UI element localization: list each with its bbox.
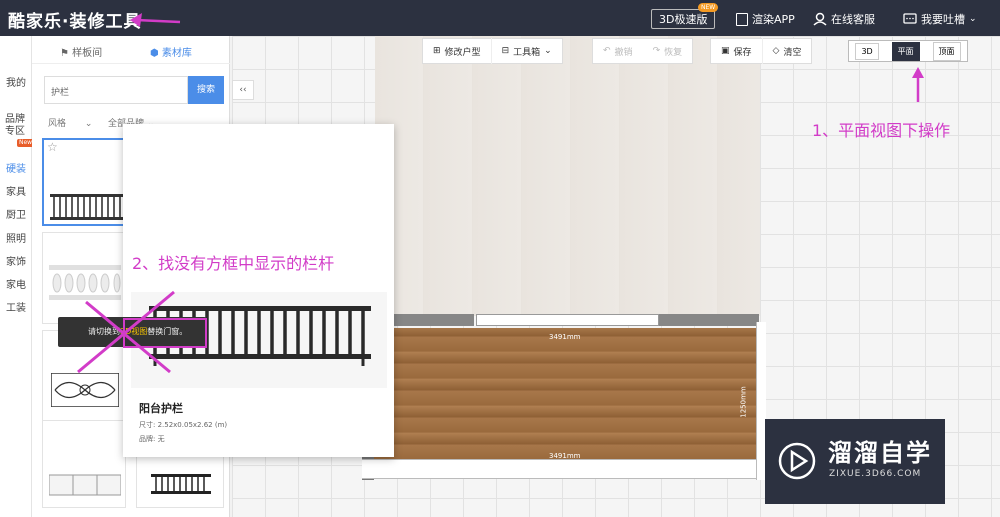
phone-icon: [736, 12, 748, 26]
tab-library-label: 素材库: [161, 48, 192, 59]
room-floor[interactable]: [375, 36, 760, 316]
dimension-side: 1250mm: [739, 386, 748, 418]
product-size: 尺寸: 2.52x0.05x2.62 (m): [139, 421, 228, 429]
nav-item-commercial[interactable]: 工装: [0, 303, 32, 315]
product-card[interactable]: [42, 420, 126, 508]
watermark: 溜溜自学 ZIXUE.3D66.COM: [765, 419, 945, 504]
floorplan-icon: ⊞: [433, 46, 441, 56]
search-input[interactable]: 护栏: [44, 76, 188, 104]
save-icon: ▣: [721, 46, 730, 56]
balcony-floor[interactable]: [374, 328, 756, 459]
nav-item-lighting[interactable]: 照明: [0, 234, 32, 246]
product-title: 阳台护栏: [139, 402, 183, 415]
render-app-button[interactable]: 渲染APP: [736, 9, 795, 29]
search-button[interactable]: 搜索: [188, 76, 224, 104]
annotation-arrow-up: [912, 67, 924, 102]
nav-item-mine[interactable]: 我的: [0, 78, 32, 90]
dimension-top: 3491mm: [549, 333, 581, 341]
annotation-arrow-left: [130, 13, 181, 27]
speed-version-button[interactable]: 3D极速版: [651, 9, 716, 29]
product-card[interactable]: ☆: [42, 138, 126, 226]
view-plan[interactable]: 平面: [891, 41, 920, 61]
eraser-icon: ◇: [772, 46, 780, 56]
annotation-step1: 1、平面视图下操作: [812, 121, 951, 140]
railing-thumbnail: [50, 194, 126, 220]
nav-item-furniture[interactable]: 家具: [0, 187, 32, 199]
redo-icon: ↷: [652, 46, 661, 56]
new-badge: NEW: [698, 3, 719, 12]
render-app-label: 渲染APP: [752, 13, 795, 26]
balcony-wall-bottom: [362, 459, 766, 479]
clear-button[interactable]: ◇ 清空: [761, 38, 812, 64]
view-toggle: 3D 平面 顶面: [848, 40, 968, 62]
style-filter[interactable]: 风格 ⌄: [48, 116, 92, 129]
watermark-url: ZIXUE.3D66.COM: [829, 469, 922, 479]
toolbox-label: 工具箱: [513, 47, 541, 58]
main-toolbar: ⊞ 修改户型 ⊟ 工具箱 ⌄: [422, 38, 563, 64]
save-button[interactable]: ▣ 保存: [711, 38, 762, 64]
annotation-cross-and-box: [77, 290, 207, 374]
nav-item-kitchen-bath[interactable]: 厨卫: [0, 210, 32, 222]
modify-layout-button[interactable]: ⊞ 修改户型: [423, 38, 491, 64]
category-nav: 我的 New 品牌专区 硬装 家具 厨卫 照明 家饰 家电 工装: [0, 36, 35, 517]
undo-label: 撤销: [614, 47, 633, 58]
signpost-icon: ⚑: [60, 48, 69, 59]
file-toolbar: ▣ 保存 ◇ 清空: [710, 38, 813, 64]
view-ceiling[interactable]: 顶面: [932, 41, 961, 61]
play-logo-icon: [778, 442, 816, 480]
view-3d[interactable]: 3D: [855, 42, 879, 60]
railing-thumbnail: [151, 474, 211, 494]
panel-tabs: ⚑ 样板间 ⬢ 素材库: [32, 36, 230, 64]
toolbox-button[interactable]: ⊟ 工具箱 ⌄: [490, 38, 562, 64]
glass-railing-thumbnail: [49, 474, 121, 496]
watermark-title: 溜溜自学: [828, 439, 932, 467]
wall-segment[interactable]: [659, 314, 759, 326]
undo-button[interactable]: ↶ 撤销: [593, 38, 643, 64]
star-icon[interactable]: ☆: [47, 140, 58, 154]
annotation-step2: 2、找没有方框中显示的栏杆: [132, 254, 335, 273]
redo-label: 恢复: [664, 47, 683, 58]
chevron-down-icon: ⌄: [544, 46, 552, 56]
tab-showroom-label: 样板间: [72, 48, 103, 59]
modify-layout-label: 修改户型: [444, 47, 481, 58]
history-toolbar: ↶ 撤销 ↷ 恢复: [592, 38, 694, 64]
balcony-railing[interactable]: [476, 314, 659, 326]
ornate-railing-thumbnail: [51, 373, 119, 407]
nav-item-appliance[interactable]: 家电: [0, 280, 32, 292]
tab-showroom[interactable]: ⚑ 样板间: [60, 44, 102, 59]
clear-label: 清空: [783, 47, 802, 58]
collapse-panel-button[interactable]: ‹‹: [232, 80, 254, 100]
chevron-down-icon: ⌄: [969, 14, 977, 24]
nav-item-decor[interactable]: 家饰: [0, 257, 32, 269]
save-label: 保存: [733, 47, 752, 58]
app-logo[interactable]: 酷家乐·装修工具: [8, 7, 141, 32]
nav-item-brand[interactable]: 品牌专区: [0, 114, 30, 138]
style-filter-label: 风格: [48, 119, 67, 129]
tab-library[interactable]: ⬢ 素材库: [150, 44, 192, 59]
feedback-label: 我要吐槽: [921, 13, 965, 26]
user-icon: [813, 12, 827, 26]
dimension-bottom: 3491mm: [549, 452, 581, 460]
nav-item-hard-decoration[interactable]: 硬装: [0, 164, 32, 176]
product-brand: 品牌: 无: [139, 435, 165, 443]
chevron-down-icon: ⌄: [84, 119, 93, 129]
feedback-button[interactable]: 我要吐槽 ⌄: [903, 9, 977, 29]
redo-button[interactable]: ↷ 恢复: [643, 38, 693, 64]
cube-icon: ⬢: [150, 48, 159, 59]
toolbox-icon: ⊟: [501, 46, 510, 56]
undo-icon: ↶: [603, 46, 611, 56]
chat-icon: [903, 12, 917, 24]
online-service-label: 在线客服: [831, 13, 875, 26]
online-service-button[interactable]: 在线客服: [813, 9, 875, 29]
